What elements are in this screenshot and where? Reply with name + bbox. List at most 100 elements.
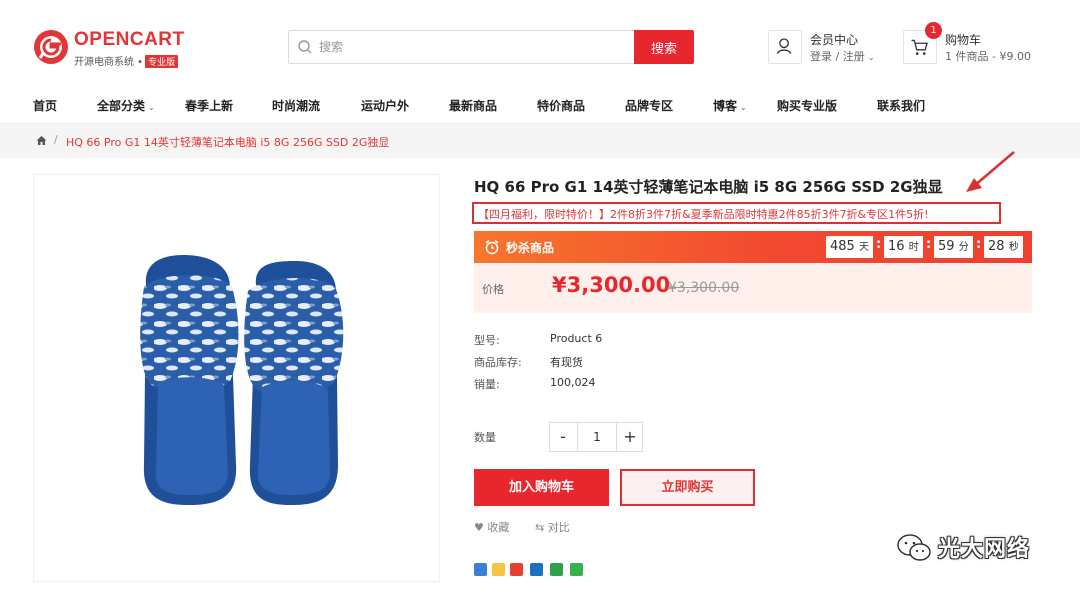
site-header: OPENCART 开源电商系统 •专业版 搜索 会员中心 登录 / 注册⌄ (0, 0, 1080, 88)
share-weibo-icon[interactable] (510, 563, 523, 576)
nav-item-brands[interactable]: 品牌专区 (625, 97, 673, 114)
logo-brand: OPENCART (74, 29, 185, 50)
countdown-seconds-unit: 秒 (1008, 242, 1019, 253)
wishlist-label: 收藏 (487, 521, 510, 534)
account-title: 会员中心 (810, 33, 859, 47)
quantity-decrease-button[interactable]: - (550, 423, 576, 451)
spec-stock-label: 商品库存: (474, 356, 522, 369)
spec-model-label: 型号: (474, 334, 500, 347)
chevron-down-icon: ⌄ (867, 53, 875, 62)
buy-now-button[interactable]: 立即购买 (620, 469, 755, 506)
compare-link[interactable]: ⇆ 对比 (535, 519, 570, 535)
login-register-text: 登录 / 注册 (810, 50, 865, 63)
countdown-colon: : (876, 237, 882, 252)
cart-summary: 1 件商品 - ¥9.00 (945, 50, 1031, 63)
current-price: ¥3,300.00 (552, 273, 671, 297)
price-label: 价格 (482, 283, 504, 296)
nav-item-label: 首页 (33, 99, 58, 113)
nav-item-label: 博客 (713, 99, 738, 113)
spec-model-value: Product 6 (550, 332, 603, 345)
spec-sales-value: 100,024 (550, 376, 596, 389)
watermark-text: 光大网络 (938, 537, 1031, 562)
countdown-hours: 16 时 (884, 236, 923, 258)
quantity-input[interactable]: 1 (577, 423, 617, 451)
watermark: 光大网络 (896, 528, 1056, 568)
price-panel: 价格 ¥3,300.00 ¥3,300.00 (474, 263, 1032, 313)
account-menu[interactable]: 会员中心 登录 / 注册 ⌄ (768, 30, 888, 64)
share-plus-icon[interactable] (474, 563, 487, 576)
product-image[interactable] (33, 174, 440, 582)
nav-item-blog[interactable]: 博客 ⌄ (713, 97, 747, 114)
annotation-arrow-icon (966, 151, 1015, 192)
countdown-days-value: 485 (830, 239, 855, 254)
search-button[interactable]: 搜索 (634, 30, 694, 64)
countdown-seconds-value: 28 (988, 239, 1005, 254)
quantity-increase-button[interactable]: + (617, 423, 643, 451)
breadcrumb-current[interactable]: HQ 66 Pro G1 14英寸轻薄笔记本电脑 i5 8G 256G SSD … (66, 134, 389, 150)
nav-item-label: 春季上新 (185, 99, 234, 113)
main-nav: 首页 全部分类 ⌄ 春季上新 时尚潮流 运动户外 最新商品 特价商品 品牌专区 博… (0, 88, 1080, 124)
flash-sale-bar: 秒杀商品 485 天 : 16 时 : 59 分 : 28 秒 (474, 231, 1032, 263)
nav-item-label: 品牌专区 (625, 99, 674, 113)
countdown-hours-value: 16 (888, 239, 905, 254)
countdown-minutes-value: 59 (938, 239, 955, 254)
countdown-colon: : (976, 237, 982, 252)
product-title: HQ 66 Pro G1 14英寸轻薄笔记本电脑 i5 8G 256G SSD … (474, 178, 943, 196)
nav-item-fashion[interactable]: 时尚潮流 (272, 97, 320, 114)
logo-mark-icon (34, 30, 68, 64)
original-price: ¥3,300.00 (668, 280, 740, 296)
search-input[interactable] (319, 31, 629, 63)
logo-subtitle: 开源电商系统 • 专业版 (74, 53, 179, 68)
user-icon-box[interactable] (768, 30, 802, 64)
quantity-stepper: - 1 + (549, 422, 643, 452)
countdown-days-unit: 天 (858, 242, 869, 253)
flash-sale-label: 秒杀商品 (506, 241, 555, 255)
nav-item-home[interactable]: 首页 (33, 97, 57, 114)
search-icon (298, 40, 312, 54)
breadcrumb: / HQ 66 Pro G1 14英寸轻薄笔记本电脑 i5 8G 256G SS… (0, 124, 1080, 158)
site-logo[interactable]: OPENCART 开源电商系统 • 专业版 (32, 26, 192, 70)
nav-item-spring[interactable]: 春季上新 (185, 97, 233, 114)
nav-item-label: 全部分类 (97, 99, 146, 113)
nav-item-label: 联系我们 (877, 99, 926, 113)
countdown-colon: : (926, 237, 932, 252)
home-icon[interactable] (36, 135, 47, 146)
nav-item-label: 购买专业版 (777, 99, 838, 113)
nav-item-new[interactable]: 最新商品 (449, 97, 497, 114)
countdown-minutes: 59 分 (934, 236, 973, 258)
share-douban-icon[interactable] (550, 563, 563, 576)
nav-item-specials[interactable]: 特价商品 (537, 97, 585, 114)
share-wechat-icon[interactable] (570, 563, 583, 576)
nav-item-all-categories[interactable]: 全部分类 ⌄ (97, 97, 155, 114)
nav-item-buy-pro[interactable]: 购买专业版 (777, 97, 837, 114)
search-box: 搜索 (288, 30, 694, 64)
nav-item-label: 最新商品 (449, 99, 498, 113)
nav-item-label: 时尚潮流 (272, 99, 321, 113)
quantity-label: 数量 (474, 431, 496, 444)
countdown-minutes-unit: 分 (958, 242, 969, 253)
add-to-cart-button[interactable]: 加入购物车 (474, 469, 609, 506)
countdown-hours-unit: 时 (908, 242, 919, 253)
chevron-down-icon: ⌄ (740, 103, 747, 112)
countdown-seconds: 28 秒 (984, 236, 1023, 258)
user-icon (776, 38, 792, 54)
cart-count-badge: 1 (925, 22, 942, 39)
share-qzone-icon[interactable] (492, 563, 505, 576)
mini-cart[interactable]: 1 购物车 1 件商品 - ¥9.00 (903, 22, 1053, 64)
cart-title: 购物车 (945, 33, 982, 47)
wishlist-link[interactable]: ♥ 收藏 (474, 519, 509, 535)
nav-item-label: 特价商品 (537, 99, 586, 113)
alarm-clock-icon (485, 239, 499, 255)
logo-badge: 专业版 (145, 55, 179, 68)
nav-item-sports[interactable]: 运动户外 (361, 97, 409, 114)
nav-item-contact[interactable]: 联系我们 (877, 97, 925, 114)
promo-banner: 【四月福利，限时特价！】2件8折3件7折&夏季新品限时特惠2件85折3件7折&专… (472, 202, 1001, 224)
spec-sales-label: 销量: (474, 378, 500, 391)
logo-subtitle-text: 开源电商系统 • (74, 57, 144, 68)
compare-label: 对比 (547, 521, 570, 534)
share-renren-icon[interactable] (530, 563, 543, 576)
countdown-days: 485 天 (826, 236, 873, 258)
login-register-link[interactable]: 登录 / 注册 ⌄ (810, 48, 874, 64)
heart-icon: ♥ (474, 521, 484, 534)
spec-stock-value: 有现货 (550, 356, 583, 369)
